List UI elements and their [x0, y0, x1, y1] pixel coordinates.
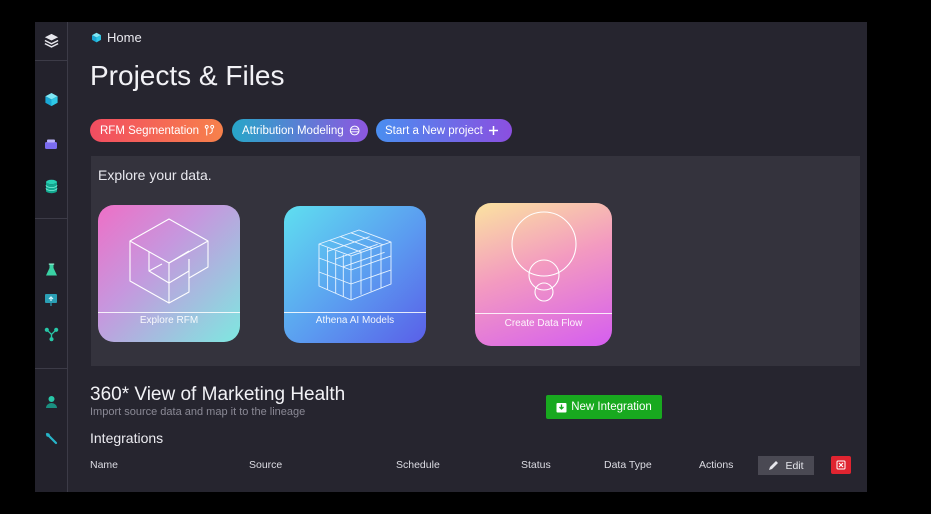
flask-icon[interactable] — [41, 260, 61, 280]
marketing-health-title: 360* View of Marketing Health — [90, 384, 346, 405]
database-icon[interactable] — [41, 176, 61, 196]
download-box-icon — [556, 402, 567, 412]
blocks-icon — [129, 218, 209, 304]
layers-icon[interactable] — [41, 30, 61, 50]
sidebar — [35, 22, 68, 492]
marketing-health-subtitle: Import source data and map it to the lin… — [90, 406, 306, 418]
cube-icon — [92, 32, 101, 43]
wrench-icon[interactable] — [41, 428, 61, 448]
column-header-status: Status — [521, 459, 551, 471]
breadcrumb[interactable]: Home — [91, 30, 142, 45]
delete-button[interactable] — [831, 456, 851, 474]
start-new-project-button[interactable]: Start a New project — [376, 119, 512, 142]
column-header-actions: Actions — [699, 459, 734, 471]
grid-cube-icon — [318, 229, 392, 301]
breadcrumb-home: Home — [107, 30, 142, 45]
circles-icon — [511, 211, 577, 302]
branch-icon — [204, 124, 215, 136]
user-icon[interactable] — [41, 392, 61, 412]
close-icon — [836, 460, 846, 470]
create-data-flow-card[interactable]: Create Data Flow — [475, 203, 612, 346]
explore-title: Explore your data. — [98, 167, 212, 183]
new-integration-button[interactable]: New Integration — [546, 395, 662, 419]
inbox-icon[interactable] — [41, 134, 61, 154]
column-header-data-type: Data Type — [604, 459, 652, 471]
app-window: Home Projects & Files RFM Segmentation A… — [35, 22, 867, 492]
column-header-schedule: Schedule — [396, 459, 440, 471]
column-header-source: Source — [249, 459, 283, 471]
athena-ai-models-label: Athena AI Models — [284, 312, 426, 343]
plus-icon — [488, 126, 498, 135]
integrations-title: Integrations — [90, 430, 164, 446]
edit-button[interactable]: Edit — [758, 456, 814, 475]
create-data-flow-label: Create Data Flow — [475, 313, 612, 346]
explore-section: Explore your data. Explore RFM Athena AI… — [91, 156, 860, 366]
athena-ai-models-card[interactable]: Athena AI Models — [284, 206, 426, 343]
page-title: Projects & Files — [90, 60, 285, 91]
attribution-modeling-button[interactable]: Attribution Modeling — [232, 119, 368, 142]
column-header-name: Name — [90, 459, 119, 471]
cube-icon[interactable] — [41, 89, 61, 109]
sync-icon — [349, 125, 360, 136]
rfm-segmentation-button[interactable]: RFM Segmentation — [90, 119, 223, 142]
flow-icon[interactable] — [41, 324, 61, 344]
explore-rfm-label: Explore RFM — [98, 312, 240, 342]
pencil-icon — [769, 461, 779, 470]
explore-rfm-card[interactable]: Explore RFM — [98, 205, 240, 342]
presentation-icon[interactable] — [41, 290, 61, 310]
